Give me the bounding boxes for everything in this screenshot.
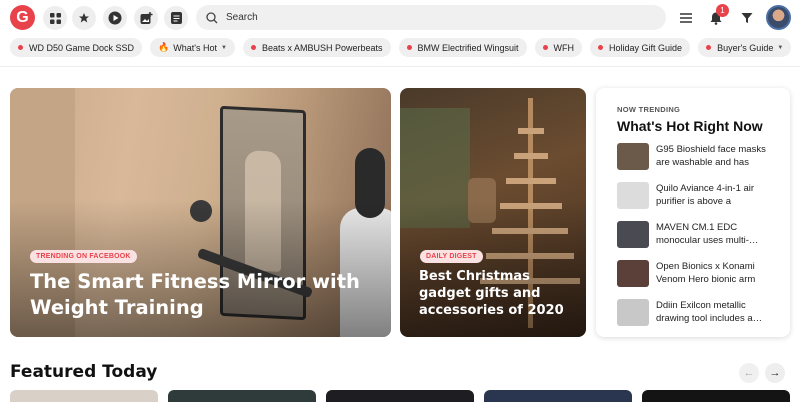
tag-dot-icon [250, 45, 256, 50]
trending-item-text: Open Bionics x Konami Venom Hero bionic … [656, 261, 756, 285]
trending-tags-bar: WD D50 Game Dock SSD 🔥 What's Hot ▼ Beats … [10, 38, 792, 58]
doc-icon[interactable] [164, 6, 188, 30]
featured-card[interactable] [168, 390, 316, 402]
tag-whats-hot[interactable]: 🔥 What's Hot ▼ [150, 38, 235, 57]
top-bar: G 1 [0, 0, 800, 34]
flame-icon: 🔥 [158, 42, 170, 52]
chevron-down-icon: ▼ [220, 44, 227, 51]
tag-label: WD D50 Game Dock SSD [29, 42, 135, 53]
tag-bmw-wingsuit[interactable]: BMW Electrified Wingsuit [398, 38, 527, 57]
trending-item[interactable]: G95 Bioshield face masks are washable an… [617, 143, 778, 173]
tag-label: Buyer's Guide [717, 42, 774, 53]
tag-wfh[interactable]: WFH [534, 38, 583, 57]
trending-item[interactable]: Ddiin Exilcon metallic drawing tool incl… [617, 299, 778, 329]
tag-dot-icon [706, 45, 712, 50]
grid-icon[interactable] [43, 6, 67, 30]
tag-label: Holiday Gift Guide [609, 42, 683, 53]
featured-card[interactable] [642, 390, 790, 402]
site-logo[interactable]: G [10, 5, 35, 30]
hero-title[interactable]: Best Christmas gadget gifts and accessor… [419, 268, 564, 319]
hero-title-line: The Smart Fitness Mirror with [30, 270, 360, 293]
search-input[interactable] [226, 12, 646, 23]
divider [0, 66, 800, 67]
filter-icon[interactable] [735, 6, 759, 30]
trending-item-text: Ddiin Exilcon metallic drawing tool incl… [656, 300, 763, 324]
tag-beats-ambush[interactable]: Beats x AMBUSH Powerbeats [242, 38, 391, 57]
trending-title: What's Hot Right Now [617, 118, 763, 134]
trending-item-text: MAVEN CM.1 EDC monocular uses multi-… [656, 222, 759, 246]
tag-label: What's Hot [173, 42, 217, 53]
hero-label: TRENDING ON FACEBOOK [30, 250, 137, 263]
featured-title: Featured Today [10, 362, 158, 382]
search-bar[interactable] [196, 5, 666, 30]
tag-label: WFH [553, 42, 575, 53]
hero-article-main[interactable]: TRENDING ON FACEBOOK The Smart Fitness M… [10, 88, 391, 337]
tag-wd-d50[interactable]: WD D50 Game Dock SSD [10, 38, 143, 57]
tag-label: BMW Electrified Wingsuit [417, 42, 519, 53]
trending-item[interactable]: Open Bionics x Konami Venom Hero bionic … [617, 260, 778, 290]
hero-title-line: gadget gifts and [419, 286, 541, 301]
trending-kicker: NOW TRENDING [617, 105, 681, 114]
trending-thumbnail [617, 260, 649, 287]
user-avatar[interactable] [766, 5, 791, 30]
featured-card[interactable] [10, 390, 158, 402]
menu-icon[interactable] [674, 6, 698, 30]
featured-card[interactable] [484, 390, 632, 402]
trending-item-text: Quilo Aviance 4-in-1 air purifier is abo… [656, 183, 755, 207]
tag-dot-icon [406, 45, 412, 50]
tag-holiday-gift-guide[interactable]: Holiday Gift Guide [590, 38, 691, 57]
arrow-right-icon[interactable]: → [765, 363, 785, 383]
trending-item-text: G95 Bioshield face masks are washable an… [656, 144, 766, 168]
tag-dot-icon [542, 45, 548, 50]
notification-badge: 1 [716, 4, 729, 17]
tag-dot-icon [18, 45, 23, 50]
trending-item[interactable]: MAVEN CM.1 EDC monocular uses multi-… [617, 221, 778, 251]
arrow-left-icon[interactable]: ← [739, 363, 759, 383]
tag-dot-icon [598, 45, 604, 50]
trending-panel: NOW TRENDING What's Hot Right Now G95 Bi… [596, 88, 790, 337]
star-icon[interactable] [72, 6, 96, 30]
featured-card[interactable] [326, 390, 474, 402]
play-icon[interactable] [103, 6, 127, 30]
hero-title-line: accessories of 2020 [419, 303, 564, 318]
trending-item[interactable]: Quilo Aviance 4-in-1 air purifier is abo… [617, 182, 778, 212]
trending-thumbnail [617, 299, 649, 326]
search-icon [206, 11, 218, 23]
hero-title-line: Weight Training [30, 296, 204, 319]
image-add-icon[interactable] [134, 6, 158, 30]
chevron-down-icon: ▼ [777, 44, 784, 51]
tag-label: Beats x AMBUSH Powerbeats [261, 42, 383, 53]
hero-article-side[interactable]: DAILY DIGEST Best Christmas gadget gifts… [400, 88, 586, 337]
trending-thumbnail [617, 221, 649, 248]
hero-title-line: Best Christmas [419, 269, 530, 284]
hero-title[interactable]: The Smart Fitness Mirror with Weight Tra… [30, 269, 360, 321]
tag-buyers-guide[interactable]: Buyer's Guide ▼ [698, 38, 792, 57]
trending-thumbnail [617, 143, 649, 170]
hero-label: DAILY DIGEST [420, 250, 483, 263]
trending-thumbnail [617, 182, 649, 209]
